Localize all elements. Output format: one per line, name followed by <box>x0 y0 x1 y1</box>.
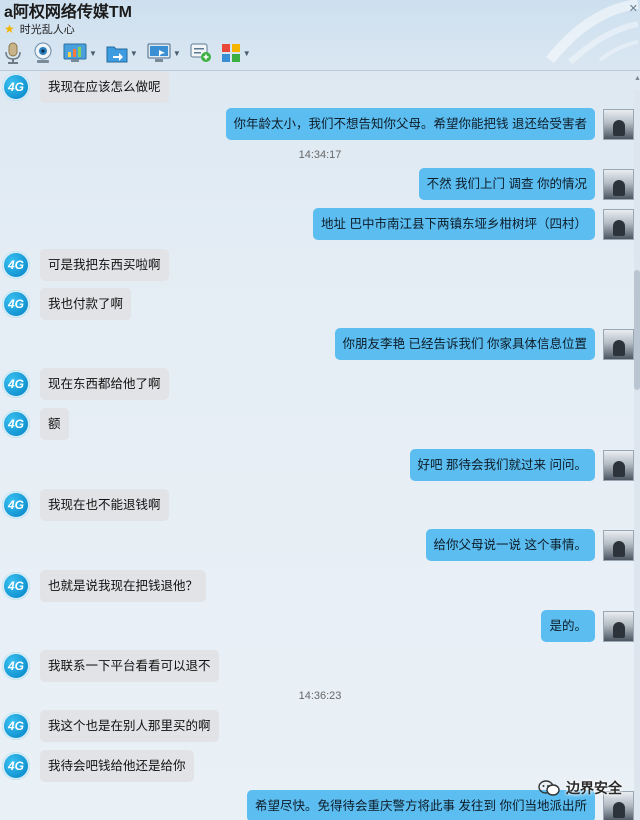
message-bubble: 也就是说我现在把钱退他？ <box>40 570 207 602</box>
watermark-text: 边界安全 <box>566 780 622 796</box>
message-received: 4G 现在东西都给他了啊 <box>2 368 169 400</box>
send-file-button[interactable]: ▼ <box>106 41 138 65</box>
message-bubble: 我这个也是在别人那里买的啊 <box>40 710 219 742</box>
chevron-down-icon: ▼ <box>129 48 138 58</box>
timestamp: 14:36:23 <box>298 690 342 702</box>
message-bubble: 是的。 <box>541 610 595 642</box>
message-list: 4G 我现在应该怎么做呢 你年龄太小，我们不想告知你父母。希望你能把钱 退还给受… <box>0 71 640 820</box>
message-received: 4G 我现在也不能退钱啊 <box>2 489 169 521</box>
message-sent: 给你父母说一说 这个事情。 <box>425 529 634 561</box>
contact-avatar[interactable]: 4G <box>2 251 30 279</box>
contact-signature: 时光乱人心 <box>19 24 75 36</box>
message-bubble: 我待会吧钱给他还是给你 <box>40 750 194 782</box>
user-avatar[interactable] <box>603 328 634 360</box>
message-received: 4G 我现在应该怎么做呢 <box>2 71 169 103</box>
message-bubble: 我现在也不能退钱啊 <box>40 489 169 521</box>
message-bubble: 我也付款了啊 <box>40 288 132 320</box>
contact-avatar[interactable]: 4G <box>2 410 30 438</box>
voice-button[interactable] <box>3 41 23 65</box>
message-bubble: 我现在应该怎么做呢 <box>40 71 169 103</box>
star-icon: ★ <box>4 22 15 36</box>
chevron-down-icon: ▼ <box>89 48 97 58</box>
webcam-icon <box>34 42 52 63</box>
message-bubble: 现在东西都给他了啊 <box>40 368 169 400</box>
contact-avatar[interactable]: 4G <box>2 752 30 780</box>
user-avatar[interactable] <box>603 168 634 200</box>
contact-avatar[interactable]: 4G <box>2 712 30 740</box>
message-received: 4G 我待会吧钱给他还是给你 <box>2 750 194 782</box>
message-bubble: 我联系一下平台看看可以退不 <box>40 650 219 682</box>
chat-header: a阿权网络传媒TM ★ 时光乱人心 ✕ ▼ ▼ ▼ ▼ <box>0 0 640 71</box>
window-title: a阿权网络传媒TM <box>4 4 133 21</box>
close-icon[interactable]: ✕ <box>629 2 638 15</box>
contact-avatar[interactable]: 4G <box>2 290 30 318</box>
message-bubble: 给你父母说一说 这个事情。 <box>425 529 595 561</box>
user-avatar[interactable] <box>603 529 634 561</box>
message-received: 4G 也就是说我现在把钱退他？ <box>2 570 207 602</box>
message-bubble: 你年龄太小，我们不想告知你父母。希望你能把钱 退还给受害者 <box>225 108 595 140</box>
chevron-down-icon: ▼ <box>242 48 251 58</box>
chat-toolbar: ▼ ▼ ▼ ▼ <box>3 41 260 65</box>
message-bubble: 额 <box>40 408 69 440</box>
message-sent: 是的。 <box>541 610 634 642</box>
message-bubble: 可是我把东西买啦啊 <box>40 249 169 281</box>
contact-status: ★ 时光乱人心 <box>4 21 75 37</box>
file-transfer-icon <box>106 46 128 63</box>
message-bubble: 不然 我们上门 调查 你的情况 <box>418 168 595 200</box>
video-button[interactable] <box>32 41 54 65</box>
apps-grid-icon <box>221 44 240 62</box>
message-sent: 不然 我们上门 调查 你的情况 <box>418 168 634 200</box>
contact-avatar[interactable]: 4G <box>2 370 30 398</box>
message-received: 4G 我这个也是在别人那里买的啊 <box>2 710 219 742</box>
contact-avatar[interactable]: 4G <box>2 73 30 101</box>
watermark: 边界安全 <box>538 778 622 798</box>
message-sent: 你朋友李艳 已经告诉我们 你家具体信息位置 <box>334 328 634 360</box>
chart-app-icon <box>63 43 87 62</box>
apps-button[interactable]: ▼ <box>221 41 251 65</box>
contact-avatar[interactable]: 4G <box>2 652 30 680</box>
add-message-icon <box>190 43 211 62</box>
user-avatar[interactable] <box>603 108 634 140</box>
contact-avatar[interactable]: 4G <box>2 572 30 600</box>
chevron-down-icon: ▼ <box>172 48 181 58</box>
app-button[interactable]: ▼ <box>63 41 97 65</box>
wechat-icon <box>538 780 560 796</box>
header-decoration <box>546 0 639 65</box>
message-received: 4G 额 <box>2 408 69 440</box>
remote-desktop-icon <box>147 43 171 62</box>
user-avatar[interactable] <box>603 208 634 240</box>
message-received: 4G 我也付款了啊 <box>2 288 132 320</box>
message-sent: 好吧 那待会我们就过来 问问。 <box>409 449 634 481</box>
user-avatar[interactable] <box>603 449 634 481</box>
remote-button[interactable]: ▼ <box>147 41 181 65</box>
new-session-button[interactable] <box>190 41 212 65</box>
message-sent: 你年龄太小，我们不想告知你父母。希望你能把钱 退还给受害者 <box>225 108 634 140</box>
message-bubble: 好吧 那待会我们就过来 问问。 <box>409 449 595 481</box>
message-bubble: 你朋友李艳 已经告诉我们 你家具体信息位置 <box>334 328 595 360</box>
message-received: 4G 可是我把东西买啦啊 <box>2 249 169 281</box>
user-avatar[interactable] <box>603 610 634 642</box>
timestamp: 14:34:17 <box>298 149 342 161</box>
message-sent: 地址 巴中市南江县下两镇东垭乡柑树坪（四村） <box>313 208 634 240</box>
message-bubble: 地址 巴中市南江县下两镇东垭乡柑树坪（四村） <box>313 208 595 240</box>
contact-avatar[interactable]: 4G <box>2 491 30 519</box>
message-received: 4G 我联系一下平台看看可以退不 <box>2 650 219 682</box>
microphone-icon <box>5 42 21 64</box>
